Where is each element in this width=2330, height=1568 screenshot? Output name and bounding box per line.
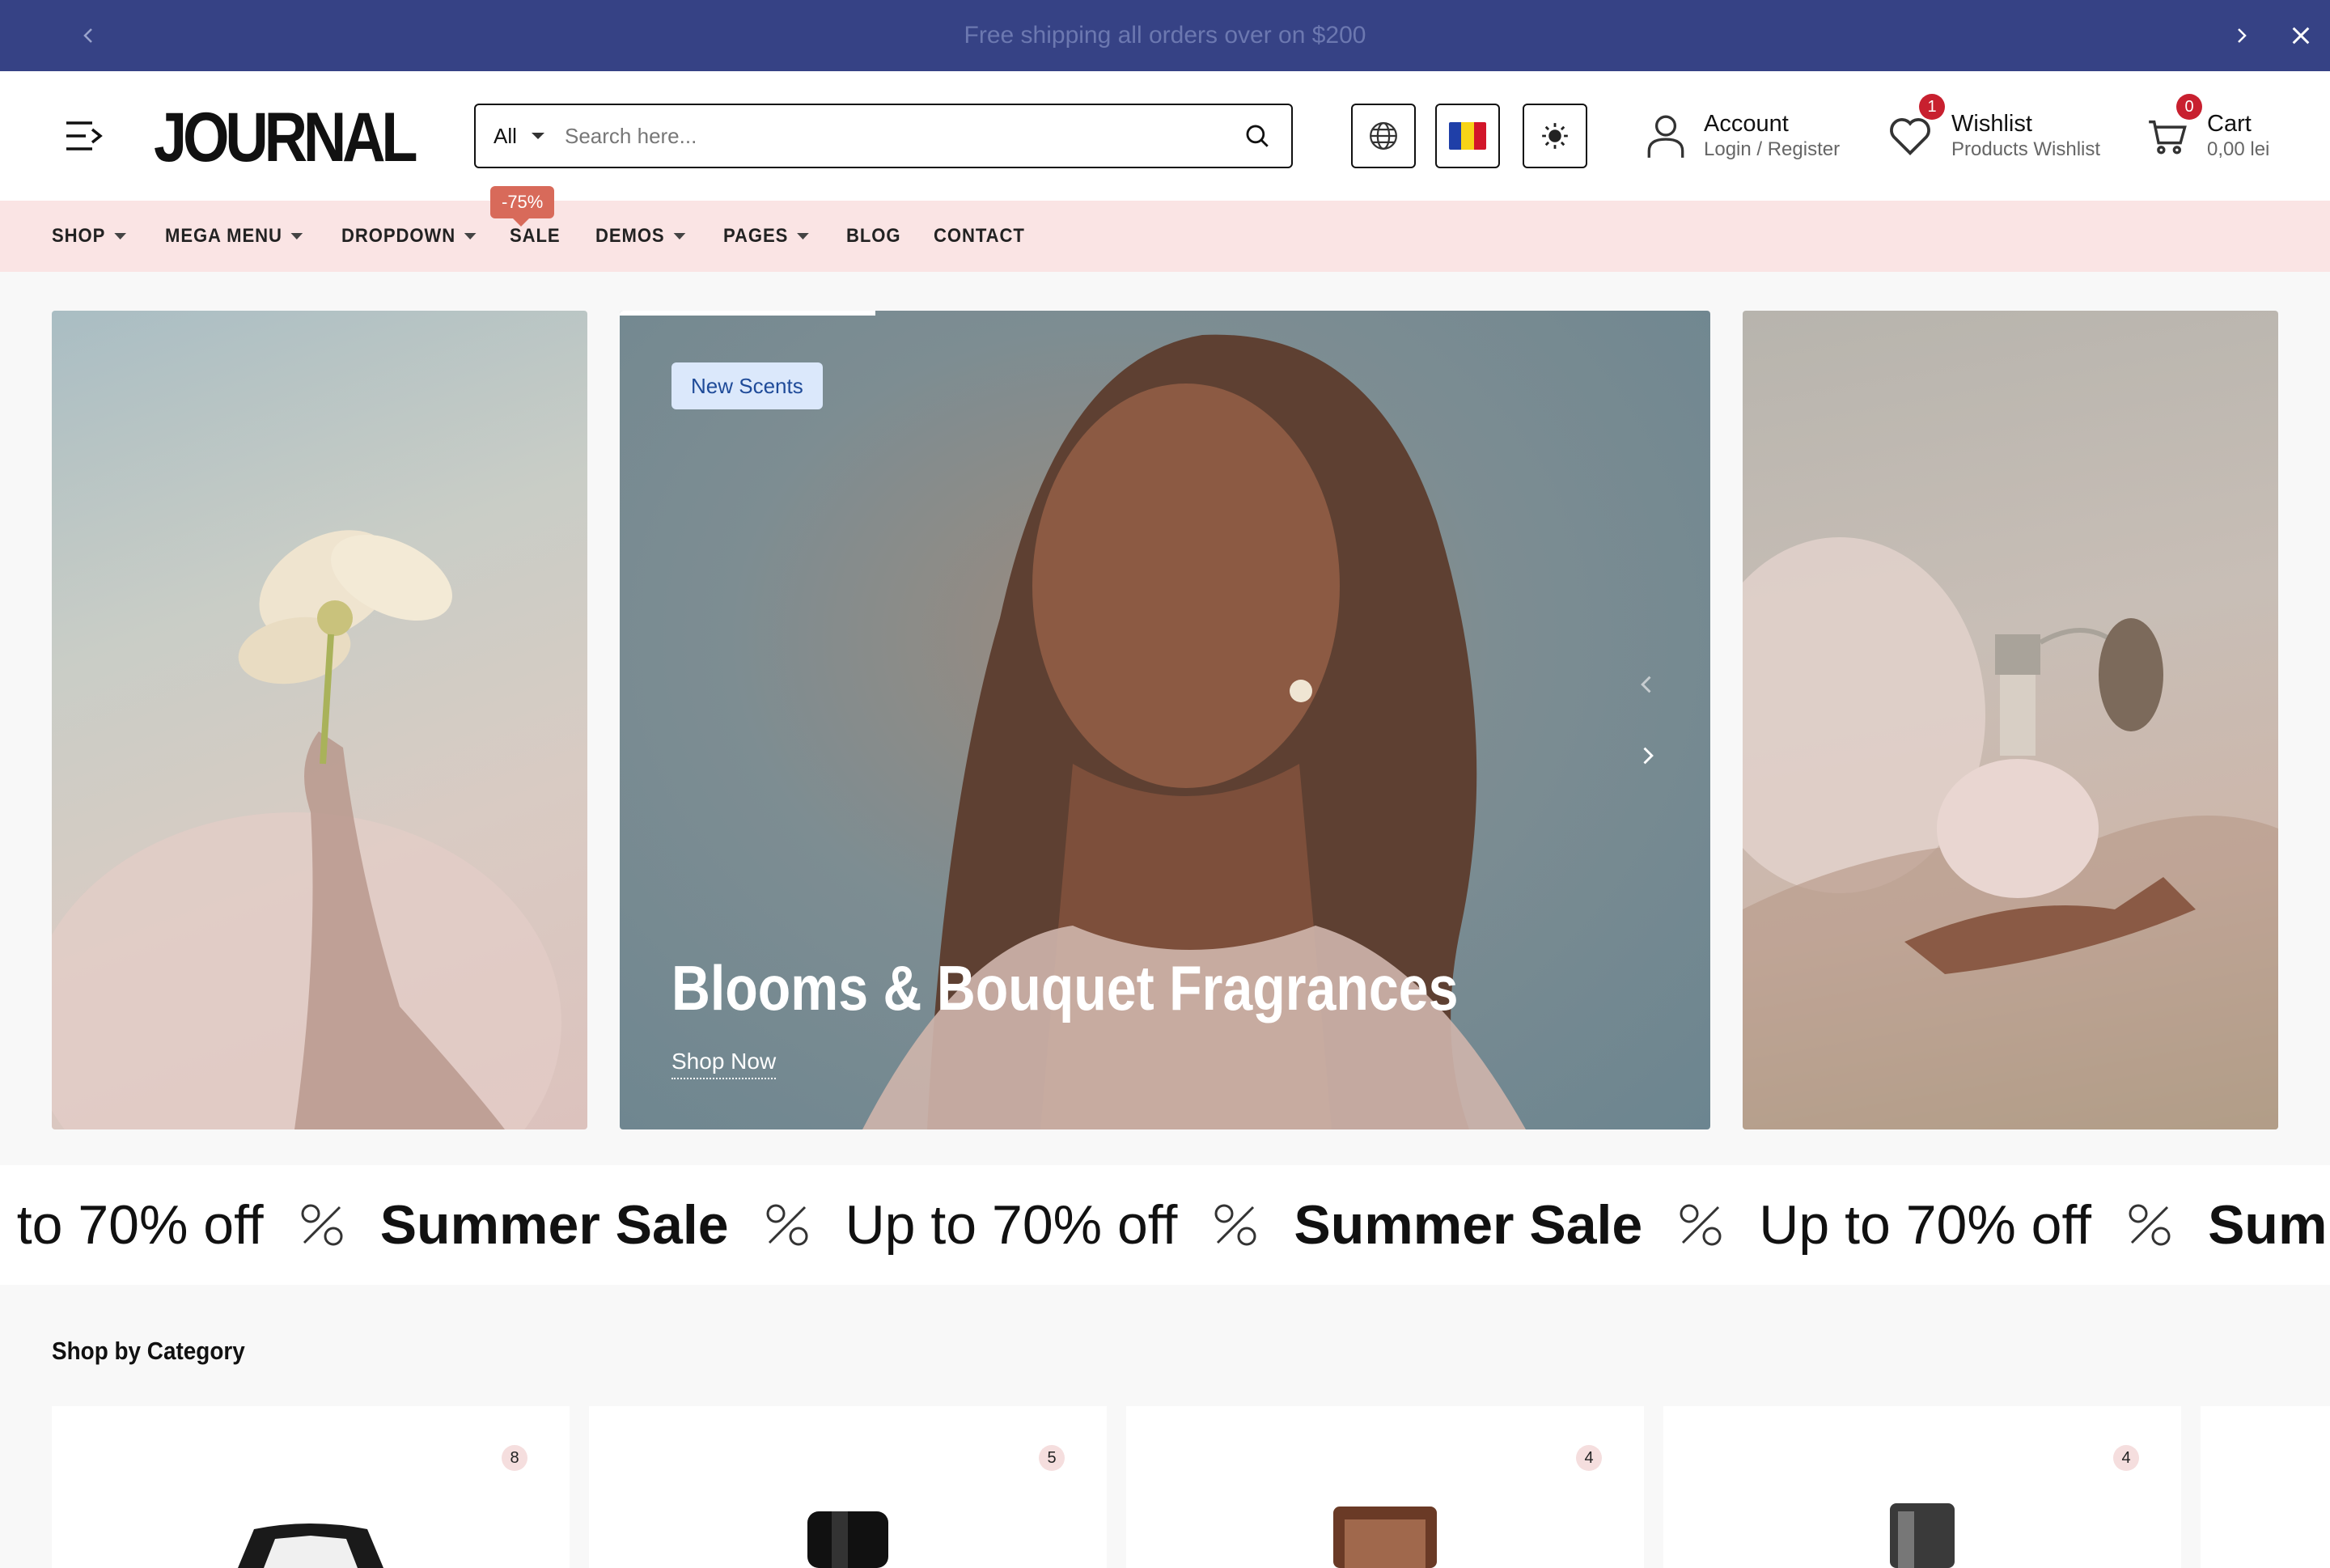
- nav-item-shop[interactable]: SHOP: [52, 201, 127, 272]
- menu-icon: [66, 121, 103, 150]
- marquee-track: p to 70% off Summer Sale Up to 70% off S…: [0, 1165, 2330, 1285]
- account-subtitle: Login / Register: [1704, 138, 1841, 160]
- heart-icon: [1890, 118, 1930, 155]
- caret-down-icon: [531, 133, 544, 139]
- chevron-left-icon: [1641, 676, 1651, 693]
- shop-now-link[interactable]: Shop Now: [671, 1049, 777, 1079]
- caret-down-icon: [290, 233, 303, 239]
- percent-icon: [1680, 1204, 1722, 1246]
- marquee-text: Summer Sale: [2208, 1194, 2330, 1256]
- marquee-text: Up to 70% off: [845, 1194, 1178, 1256]
- close-icon: [2292, 27, 2310, 44]
- category-card[interactable]: 8: [52, 1406, 570, 1568]
- nav-item-label: DEMOS: [595, 225, 665, 247]
- wishlist-subtitle: Products Wishlist: [1951, 138, 2101, 160]
- percent-icon: [1214, 1204, 1256, 1246]
- caret-down-icon: [464, 233, 477, 239]
- caret-down-icon: [797, 233, 810, 239]
- percent-icon: [2129, 1204, 2171, 1246]
- announcement-prev-button[interactable]: [71, 18, 107, 53]
- product-image: [1890, 1503, 1955, 1568]
- cart-subtitle: 0,00 lei: [2207, 138, 2270, 160]
- perfume-bottle-image: [1743, 537, 2278, 1129]
- account-title: Account: [1704, 111, 1789, 137]
- chevron-right-icon: [1643, 747, 1654, 765]
- nav-item-label: SHOP: [52, 225, 106, 247]
- category-card[interactable]: 4: [1126, 1406, 1644, 1568]
- wishlist-link[interactable]: 1 Wishlist Products Wishlist: [1887, 94, 2101, 170]
- language-button[interactable]: [1351, 104, 1416, 168]
- nav-item-label: SALE: [510, 225, 561, 247]
- caret-down-icon: [114, 233, 127, 239]
- globe-icon: [1370, 122, 1397, 150]
- nav-item-dropdown[interactable]: DROPDOWN: [341, 201, 477, 272]
- nav-item-label: PAGES: [723, 225, 789, 247]
- product-image: [238, 1524, 383, 1568]
- hero-slide-previous[interactable]: [52, 311, 587, 1129]
- search-category-select[interactable]: All: [476, 105, 565, 167]
- flower-image: [52, 530, 561, 1129]
- search-icon: [1246, 125, 1269, 147]
- nav-item-label: CONTACT: [934, 225, 1025, 247]
- chevron-left-icon: [83, 28, 92, 43]
- hero-next-button[interactable]: [1628, 736, 1667, 775]
- cart-link[interactable]: 0 Cart 0,00 lei: [2147, 94, 2270, 170]
- slide-progress-bar: [620, 311, 875, 316]
- percent-icon: [301, 1204, 343, 1246]
- menu-toggle-button[interactable]: [65, 117, 104, 155]
- cart-count-badge: 0: [2176, 94, 2202, 120]
- main-nav: SHOP MEGA MENU DROPDOWN SALE DEMOS PAGES…: [0, 201, 2330, 272]
- sale-discount-badge: -75%: [490, 186, 555, 227]
- wishlist-title: Wishlist: [1951, 111, 2032, 137]
- hero-title: Blooms & Bouquet Fragrances: [671, 952, 1459, 1023]
- product-image: [1333, 1507, 1437, 1568]
- announcement-next-button[interactable]: [2223, 18, 2259, 53]
- promo-marquee: p to 70% off Summer Sale Up to 70% off S…: [0, 1165, 2330, 1285]
- nav-item-demos[interactable]: DEMOS: [595, 201, 686, 272]
- search-bar: All: [474, 104, 1293, 168]
- theme-toggle-button[interactable]: [1523, 104, 1587, 168]
- search-category-label: All: [494, 123, 517, 148]
- romania-flag-icon: [1449, 122, 1486, 150]
- product-image: [807, 1511, 888, 1568]
- cart-title: Cart: [2207, 111, 2252, 137]
- sun-icon: [1542, 123, 1568, 149]
- hero-slide-active[interactable]: New Scents Blooms & Bouquet Fragrances S…: [620, 311, 1710, 1129]
- marquee-text: p to 70% off: [0, 1194, 264, 1256]
- announcement-bar: Free shipping all orders over on $200: [0, 0, 2330, 71]
- nav-item-blog[interactable]: BLOG: [846, 201, 900, 272]
- wishlist-count-badge: 1: [1919, 94, 1945, 120]
- category-card[interactable]: [2201, 1406, 2330, 1568]
- nav-item-label: DROPDOWN: [341, 225, 456, 247]
- search-button[interactable]: [1223, 105, 1291, 167]
- site-header: JOURNAL All Account Login / Regis: [0, 71, 2330, 201]
- announcement-message: Free shipping all orders over on $200: [964, 22, 1366, 49]
- marquee-text: Summer Sale: [1294, 1194, 1643, 1256]
- cart-icon: [2149, 120, 2187, 155]
- announcement-close-button[interactable]: [2283, 18, 2319, 53]
- category-card[interactable]: 4: [1663, 1406, 2181, 1568]
- percent-icon: [766, 1204, 808, 1246]
- nav-item-pages[interactable]: PAGES: [723, 201, 810, 272]
- hero-tag: New Scents: [671, 362, 823, 409]
- hero-prev-button[interactable]: [1628, 665, 1667, 704]
- marquee-text: Summer Sale: [379, 1194, 729, 1256]
- currency-button[interactable]: [1435, 104, 1500, 168]
- hero-slide-next[interactable]: [1743, 311, 2278, 1129]
- caret-down-icon: [673, 233, 686, 239]
- nav-item-mega-menu[interactable]: MEGA MENU: [165, 201, 303, 272]
- chevron-right-icon: [2238, 28, 2247, 43]
- user-icon: [1647, 115, 1684, 158]
- search-input[interactable]: [565, 105, 1223, 167]
- nav-item-contact[interactable]: CONTACT: [934, 201, 1025, 272]
- marquee-text: Up to 70% off: [1759, 1194, 2092, 1256]
- account-link[interactable]: Account Login / Register: [1646, 102, 1840, 170]
- section-title: Shop by Category: [52, 1337, 245, 1365]
- category-card[interactable]: 5: [589, 1406, 1107, 1568]
- site-logo[interactable]: JOURNAL: [154, 100, 418, 175]
- nav-item-label: MEGA MENU: [165, 225, 282, 247]
- nav-item-label: BLOG: [846, 225, 901, 247]
